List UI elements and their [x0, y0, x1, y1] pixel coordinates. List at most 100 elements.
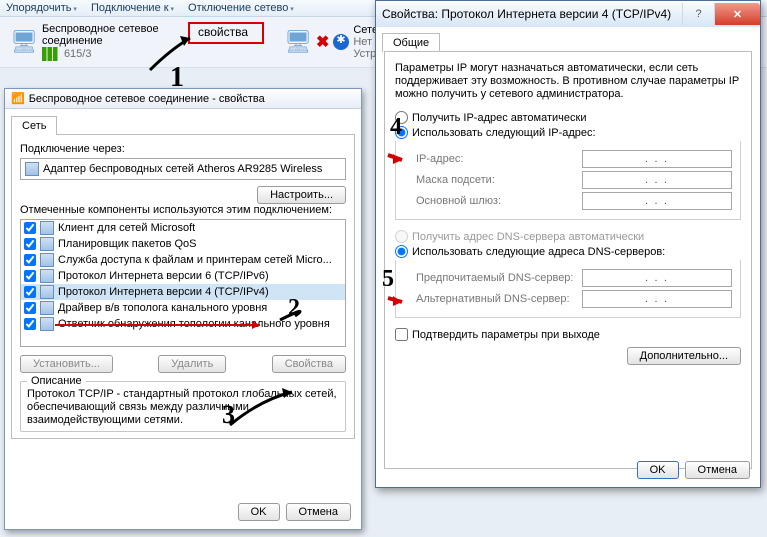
configure-button[interactable]: Настроить...	[257, 186, 346, 204]
menu-connect[interactable]: Подключение к	[91, 2, 174, 14]
service-icon	[40, 253, 54, 267]
list-item[interactable]: Драйвер в/в тополога канального уровня	[21, 300, 345, 316]
dialog2-titlebar[interactable]: Свойства: Протокол Интернета версии 4 (T…	[376, 1, 760, 27]
input-dns2[interactable]: . . .	[582, 290, 732, 308]
radio[interactable]	[395, 111, 408, 124]
install-button[interactable]: Установить...	[20, 355, 113, 373]
dns-fields: Предпочитаемый DNS-сервер: . . . Альтерн…	[395, 260, 741, 318]
label-mask: Маска подсети:	[416, 174, 495, 186]
checkbox-confirm-exit[interactable]: Подтвердить параметры при выходе	[395, 328, 741, 341]
protocol-icon	[40, 269, 54, 283]
protocol-icon	[40, 285, 54, 299]
ok-button[interactable]: OK	[637, 461, 679, 479]
dialog-ipv4-properties: Свойства: Протокол Интернета версии 4 (T…	[375, 0, 761, 488]
monitor-icon: 🖥	[284, 29, 312, 55]
ok-button[interactable]: OK	[238, 503, 280, 521]
checkbox[interactable]	[395, 328, 408, 341]
input-mask[interactable]: . . .	[582, 171, 732, 189]
tab-panel-general: Параметры IP могут назначаться автоматич…	[384, 51, 752, 469]
description-box: Описание Протокол TCP/IP - стандартный п…	[20, 381, 346, 432]
row-ip: IP-адрес: . . .	[416, 150, 732, 168]
tab-general[interactable]: Общие	[382, 33, 440, 52]
cancel-button[interactable]: Отмена	[286, 503, 351, 521]
checkbox[interactable]	[24, 270, 36, 282]
menu-organize[interactable]: Упорядочить	[6, 2, 77, 14]
intro-text: Параметры IP могут назначаться автоматич…	[395, 62, 741, 101]
menu-disconnect[interactable]: Отключение сетево	[188, 2, 294, 14]
item-label: Протокол Интернета версии 6 (TCP/IPv6)	[58, 270, 269, 282]
radio-label: Получить IP-адрес автоматически	[412, 112, 586, 124]
x-icon: ✖	[316, 32, 329, 52]
checkbox[interactable]	[24, 318, 36, 330]
list-item[interactable]: Планировщик пакетов QoS	[21, 236, 345, 252]
tab-network[interactable]: Сеть	[11, 116, 57, 135]
radio[interactable]	[395, 126, 408, 139]
list-item-selected[interactable]: Протокол Интернета версии 4 (TCP/IPv4)	[21, 284, 345, 300]
item-label: Планировщик пакетов QoS	[58, 238, 197, 250]
tab-panel-network: Подключение через: Адаптер беспроводных …	[11, 134, 355, 439]
service-icon	[40, 237, 54, 251]
item-label: Драйвер в/в тополога канального уровня	[58, 302, 267, 314]
radio[interactable]	[395, 245, 408, 258]
checkbox[interactable]	[24, 238, 36, 250]
dialog1-titlebar: 📶 Беспроводное сетевое соединение - свой…	[5, 89, 361, 109]
signal-icon	[42, 47, 60, 61]
adapter-box[interactable]: Адаптер беспроводных сетей Atheros AR928…	[20, 158, 346, 180]
antenna-icon: 📶	[11, 92, 25, 105]
help-button[interactable]: ?	[682, 3, 714, 25]
list-item[interactable]: Протокол Интернета версии 6 (TCP/IPv6)	[21, 268, 345, 284]
tab-strip2: Общие	[376, 27, 760, 51]
check-label: Подтвердить параметры при выходе	[412, 329, 600, 341]
radio-label: Получить адрес DNS-сервера автоматически	[412, 231, 644, 243]
description-text: Протокол TCP/IP - стандартный протокол г…	[27, 388, 339, 427]
radio-auto-dns: Получить адрес DNS-сервера автоматически	[395, 230, 741, 243]
checkbox[interactable]	[24, 254, 36, 266]
radio-manual-ip[interactable]: Использовать следующий IP-адрес:	[395, 126, 741, 139]
ip-fields: IP-адрес: . . . Маска подсети: . . . Осн…	[395, 141, 741, 220]
item-label: Ответчик обнаружения топологии канальног…	[58, 318, 330, 330]
input-dns1[interactable]: . . .	[582, 269, 732, 287]
bluetooth-icon	[333, 34, 349, 50]
radio	[395, 230, 408, 243]
component-list[interactable]: Клиент для сетей Microsoft Планировщик п…	[20, 219, 346, 347]
item-label: Служба доступа к файлам и принтерам сете…	[58, 254, 332, 266]
checkbox[interactable]	[24, 222, 36, 234]
label-gateway: Основной шлюз:	[416, 195, 501, 207]
tile-wifi-title2: соединение	[42, 35, 159, 47]
list-item[interactable]: Ответчик обнаружения топологии канальног…	[21, 316, 345, 332]
driver-icon	[40, 301, 54, 315]
checkbox[interactable]	[24, 302, 36, 314]
advanced-button[interactable]: Дополнительно...	[627, 347, 741, 365]
tile-wifi[interactable]: 🖥 Беспроводное сетевое соединение 615/3 …	[6, 21, 276, 63]
driver-icon	[40, 317, 54, 331]
client-icon	[40, 221, 54, 235]
close-button[interactable]: ✕	[714, 3, 760, 25]
cancel-button[interactable]: Отмена	[685, 461, 750, 479]
list-item[interactable]: Служба доступа к файлам и принтерам сете…	[21, 252, 345, 268]
dialog1-title: Беспроводное сетевое соединение - свойст…	[29, 93, 265, 105]
dialog-connection-properties: 📶 Беспроводное сетевое соединение - свой…	[4, 88, 362, 530]
adapter-name: Адаптер беспроводных сетей Atheros AR928…	[43, 163, 322, 175]
radio-manual-dns[interactable]: Использовать следующие адреса DNS-сервер…	[395, 245, 741, 258]
row-dns1: Предпочитаемый DNS-сервер: . . .	[416, 269, 732, 287]
input-ip[interactable]: . . .	[582, 150, 732, 168]
tab-strip: Сеть	[5, 109, 361, 134]
label-ip: IP-адрес:	[416, 153, 463, 165]
radio-label: Использовать следующие адреса DNS-сервер…	[412, 246, 665, 258]
list-item[interactable]: Клиент для сетей Microsoft	[21, 220, 345, 236]
uninstall-button[interactable]: Удалить	[158, 355, 226, 373]
label-dns1: Предпочитаемый DNS-сервер:	[416, 272, 573, 284]
checkbox[interactable]	[24, 286, 36, 298]
properties-label: свойства	[198, 25, 248, 39]
tile-wifi-title: Беспроводное сетевое	[42, 23, 159, 35]
properties-button[interactable]: Свойства	[272, 355, 346, 373]
radio-label: Использовать следующий IP-адрес:	[412, 127, 596, 139]
label-used-components: Отмеченные компоненты используются этим …	[20, 204, 346, 216]
description-title: Описание	[27, 375, 86, 387]
dialog2-title: Свойства: Протокол Интернета версии 4 (T…	[382, 7, 671, 21]
input-gateway[interactable]: . . .	[582, 192, 732, 210]
radio-auto-ip[interactable]: Получить IP-адрес автоматически	[395, 111, 741, 124]
row-mask: Маска подсети: . . .	[416, 171, 732, 189]
item-label: Клиент для сетей Microsoft	[58, 222, 195, 234]
row-gateway: Основной шлюз: . . .	[416, 192, 732, 210]
